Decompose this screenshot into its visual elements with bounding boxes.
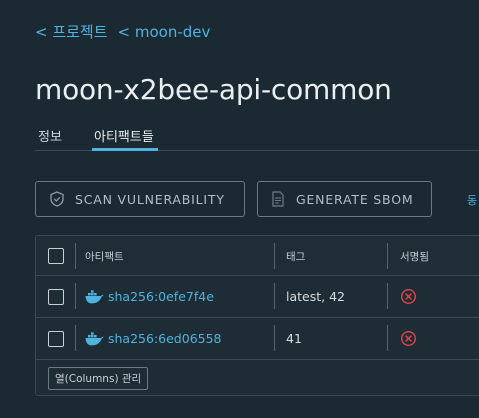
row-checkbox[interactable]	[48, 289, 64, 305]
docker-whale-icon	[85, 331, 104, 346]
manage-columns-button[interactable]: 열(Columns) 관리	[48, 367, 149, 390]
artifact-tags: 41	[286, 331, 302, 346]
artifacts-table: 아티팩트 태그 서명됨 sha256:0efe7f4e latest, 42 s…	[35, 235, 479, 396]
artifact-digest: sha256:6ed06558	[108, 331, 222, 346]
column-separator	[387, 325, 388, 351]
generate-sbom-label: GENERATE SBOM	[296, 191, 414, 207]
scan-vulnerability-label: SCAN VULNERABILITY	[75, 191, 225, 207]
column-separator	[274, 243, 275, 269]
table-row: sha256:6ed06558 41	[36, 318, 479, 360]
column-separator	[387, 243, 388, 269]
column-header-signed[interactable]: 서명됨	[400, 249, 429, 264]
column-header-tags[interactable]: 태그	[286, 249, 305, 264]
breadcrumb-project-link[interactable]: < moon-dev	[118, 23, 211, 41]
artifact-link[interactable]: sha256:6ed06558	[85, 331, 222, 346]
table-footer: 열(Columns) 관리	[36, 360, 479, 395]
toolbar-overflow-action[interactable]: 동	[467, 192, 477, 208]
artifact-tags: latest, 42	[286, 289, 345, 304]
page-title: moon-x2bee-api-common	[35, 73, 392, 106]
artifact-digest: sha256:0efe7f4e	[108, 289, 214, 304]
breadcrumb: < 프로젝트 < moon-dev	[35, 21, 210, 42]
shield-check-icon	[49, 191, 65, 207]
column-separator	[274, 325, 275, 351]
document-icon	[270, 191, 286, 207]
column-header-artifact[interactable]: 아티팩트	[85, 249, 124, 264]
scan-vulnerability-button[interactable]: SCAN VULNERABILITY	[35, 181, 245, 217]
x-circle-icon	[400, 288, 417, 305]
page: < 프로젝트 < moon-dev moon-x2bee-api-common 정…	[0, 0, 479, 418]
column-separator	[387, 283, 388, 309]
table-row: sha256:0efe7f4e latest, 42	[36, 276, 479, 318]
tab-info[interactable]: 정보	[38, 126, 62, 145]
column-separator	[274, 283, 275, 309]
column-separator	[75, 243, 76, 269]
select-all-checkbox[interactable]	[48, 248, 64, 264]
row-checkbox[interactable]	[48, 331, 64, 347]
tab-bar: 정보 아티팩트들	[35, 124, 479, 151]
x-circle-icon	[400, 330, 417, 347]
active-tab-indicator	[92, 148, 158, 151]
docker-whale-icon	[85, 289, 104, 304]
tab-artifacts[interactable]: 아티팩트들	[94, 126, 154, 145]
artifact-link[interactable]: sha256:0efe7f4e	[85, 289, 214, 304]
table-header-row: 아티팩트 태그 서명됨	[36, 236, 479, 276]
column-separator	[75, 325, 76, 351]
column-separator	[75, 283, 76, 309]
generate-sbom-button[interactable]: GENERATE SBOM	[257, 181, 432, 217]
breadcrumb-projects-link[interactable]: < 프로젝트	[35, 23, 108, 41]
